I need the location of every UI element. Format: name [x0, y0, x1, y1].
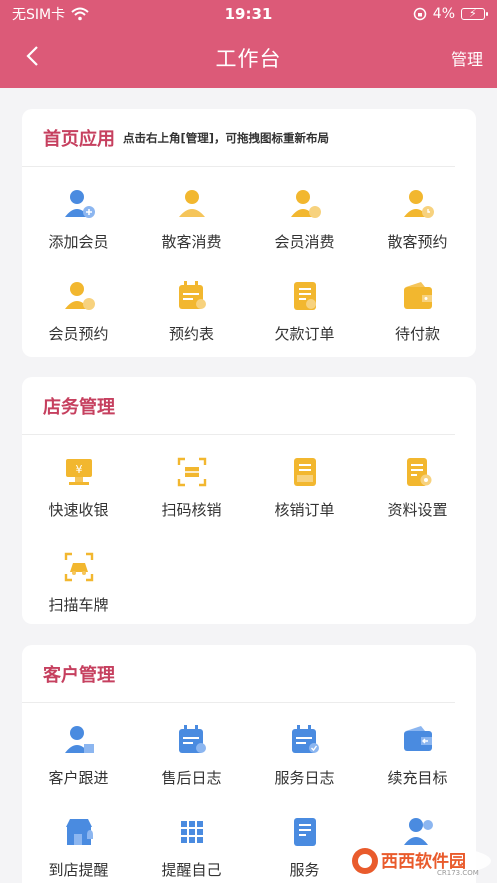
app-document-settings[interactable]: 资料设置: [361, 455, 474, 520]
app-label: 会员消费: [274, 233, 335, 251]
store-reminder-icon: [65, 819, 93, 845]
app-label: 到店提醒: [48, 861, 109, 879]
app-pending-payment[interactable]: 待付款: [361, 279, 474, 344]
app-debt-order[interactable]: 欠款订单: [248, 279, 361, 344]
scan-icon: [177, 457, 206, 487]
aftersale-log-icon: [178, 725, 206, 753]
svg-text:¥: ¥: [75, 463, 82, 476]
verify-order-icon: [293, 458, 316, 486]
status-bar: 无SIM卡 19:31 4% ⚡: [0, 0, 497, 28]
carrier-label: 无SIM卡: [12, 7, 66, 23]
app-guest-consume[interactable]: 散客消费: [135, 187, 248, 252]
top-bar: 无SIM卡 19:31 4% ⚡ 工作台 管理: [0, 0, 497, 88]
app-label: 散客消费: [161, 233, 222, 251]
debt-order-icon: [293, 282, 316, 310]
page-title: 工作台: [215, 47, 282, 71]
section-title: 首页应用: [43, 128, 115, 150]
nav-bar: 工作台 管理: [0, 28, 497, 88]
app-recharge-target[interactable]: 续充目标: [361, 723, 474, 788]
app-label: 散客预约: [387, 233, 448, 251]
battery-percent: 4%: [432, 6, 455, 22]
section-hint: 点击右上角[管理]，可拖拽图标重新布局: [123, 130, 330, 145]
chevron-left-icon: [26, 46, 38, 66]
app-member-consume[interactable]: 会员消费: [248, 187, 361, 252]
section-header: 店务管理: [22, 377, 455, 435]
app-verify-order[interactable]: 核销订单: [248, 455, 361, 520]
wallet-icon: [403, 282, 432, 309]
app-label: 扫码核销: [161, 501, 222, 519]
app-label: 续充目标: [387, 769, 448, 787]
status-time: 19:31: [224, 5, 273, 23]
self-reminder-icon: [180, 821, 203, 843]
manage-button[interactable]: 管理: [451, 46, 483, 70]
section-title: 店务管理: [43, 396, 115, 418]
app-label: 快速收银: [48, 501, 109, 519]
app-quick-cashier[interactable]: ¥ 快速收银: [22, 455, 135, 520]
app-store-reminder[interactable]: 到店提醒: [22, 815, 135, 880]
service-log-icon: [291, 725, 319, 753]
cashier-icon: ¥: [65, 459, 92, 485]
booking-table-icon: [178, 281, 206, 309]
watermark: 西西软件园 CR173.COM: [345, 843, 493, 879]
app-self-reminder[interactable]: 提醒自己: [135, 815, 248, 880]
wifi-icon: [71, 7, 89, 21]
section-header: 客户管理: [22, 645, 455, 703]
recharge-target-icon: [403, 726, 432, 751]
app-member-booking[interactable]: 会员预约: [22, 279, 135, 344]
app-scan-plate[interactable]: 扫描车牌: [22, 550, 135, 615]
section-header: 首页应用 点击右上角[管理]，可拖拽图标重新布局: [22, 109, 455, 167]
watermark-logo-icon: 西西软件园 CR173.COM: [347, 845, 491, 877]
back-button[interactable]: [18, 42, 46, 70]
app-label: 服务日志: [274, 769, 335, 787]
app-aftersale-log[interactable]: 售后日志: [135, 723, 248, 788]
section-title: 客户管理: [43, 664, 115, 686]
app-label: 会员预约: [48, 325, 109, 343]
watermark-url: CR173.COM: [437, 869, 479, 877]
app-label: 扫描车牌: [48, 596, 109, 614]
customer-followup-icon: [64, 726, 94, 753]
add-member-icon: [64, 190, 95, 218]
app-label: 欠款订单: [274, 325, 335, 343]
app-service-log[interactable]: 服务日志: [248, 723, 361, 788]
app-label: 客户跟进: [48, 769, 109, 787]
app-label: 核销订单: [274, 501, 335, 519]
app-add-member[interactable]: 添加会员: [22, 187, 135, 252]
document-settings-icon: [406, 458, 431, 486]
app-booking-table[interactable]: 预约表: [135, 279, 248, 344]
member-consume-icon: [290, 190, 321, 218]
member-booking-icon: [64, 282, 95, 310]
guest-booking-icon: [403, 190, 434, 218]
app-label: 提醒自己: [161, 861, 222, 879]
section-home-apps: 首页应用 点击右上角[管理]，可拖拽图标重新布局 添加会员 散客消费 会员消费 …: [22, 109, 476, 357]
rotation-lock-icon: [413, 7, 427, 21]
battery-icon: ⚡: [461, 7, 488, 20]
app-customer-followup[interactable]: 客户跟进: [22, 723, 135, 788]
car-scan-icon: [64, 552, 93, 582]
app-label: 待付款: [394, 325, 440, 343]
app-label: 预约表: [168, 325, 214, 343]
service-icon: [293, 818, 316, 846]
app-label: 资料设置: [387, 501, 448, 519]
app-label: 售后日志: [161, 769, 222, 787]
section-store-management: 店务管理 ¥ 快速收银 扫码核销 核销订单 资料设置 扫描车牌: [22, 377, 476, 624]
guest-consume-icon: [178, 190, 205, 217]
app-label: 添加会员: [48, 233, 109, 251]
app-scan-verify[interactable]: 扫码核销: [135, 455, 248, 520]
app-guest-booking[interactable]: 散客预约: [361, 187, 474, 252]
